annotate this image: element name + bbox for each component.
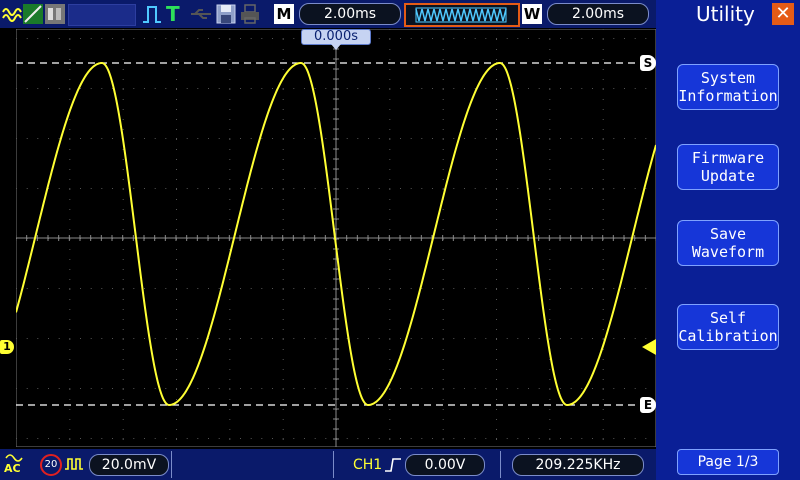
memory-window-indicator[interactable] bbox=[404, 3, 520, 27]
ac-coupling-indicator[interactable]: AC bbox=[4, 452, 32, 476]
bottom-divider bbox=[171, 451, 172, 478]
save-disk-icon[interactable] bbox=[216, 4, 236, 24]
trigger-level-marker-icon[interactable] bbox=[642, 339, 656, 355]
coupling-label: AC bbox=[4, 462, 21, 475]
print-icon[interactable] bbox=[240, 4, 260, 24]
window-timebase-value[interactable]: 2.00ms bbox=[547, 3, 649, 25]
frequency-readout: 209.225KHz bbox=[512, 454, 644, 476]
main-timebase-badge: M bbox=[274, 4, 294, 24]
bandwidth-limit-indicator[interactable]: 20 bbox=[40, 454, 62, 476]
cursor-e-marker[interactable]: E bbox=[640, 397, 656, 413]
page-indicator-button[interactable]: Page 1/3 bbox=[677, 449, 779, 475]
trigger-source-label[interactable]: CH1 bbox=[353, 455, 382, 475]
trigger-position-pointer-icon bbox=[331, 44, 341, 50]
waveform-mode-icon[interactable] bbox=[2, 4, 22, 24]
bottom-status-bar: AC 20 20.0mV CH1 0.00V 209.225KHz bbox=[0, 449, 656, 480]
trigger-position-flag[interactable]: 0.000s bbox=[301, 29, 371, 45]
channel-1-ground-marker[interactable]: 1 bbox=[0, 340, 14, 354]
firmware-update-button[interactable]: Firmware Update bbox=[677, 144, 779, 190]
trigger-level-value[interactable]: 0.00V bbox=[405, 454, 485, 476]
top-status-bar: T M 2.00ms W 2.00ms bbox=[0, 0, 656, 28]
rising-edge-icon[interactable] bbox=[383, 455, 403, 475]
bottom-divider bbox=[500, 451, 501, 478]
memory-waveform-icon bbox=[415, 7, 507, 23]
save-waveform-button[interactable]: Save Waveform bbox=[677, 220, 779, 266]
waveform-display[interactable] bbox=[16, 29, 656, 447]
volts-per-div-value[interactable]: 20.0mV bbox=[89, 454, 169, 476]
display-persist-icon[interactable] bbox=[45, 4, 65, 24]
pulse-trigger-icon[interactable] bbox=[142, 4, 162, 24]
invert-pulse-icon[interactable] bbox=[64, 456, 84, 472]
usb-icon bbox=[191, 9, 211, 19]
empty-status-slot bbox=[68, 4, 136, 26]
bottom-divider bbox=[333, 451, 334, 478]
close-icon[interactable]: ✕ bbox=[772, 3, 794, 25]
window-timebase-badge: W bbox=[522, 4, 542, 24]
ramp-icon[interactable] bbox=[23, 4, 43, 24]
system-information-button[interactable]: System Information bbox=[677, 64, 779, 110]
cursor-s-marker[interactable]: S bbox=[640, 55, 656, 71]
utility-menu-panel: Utility ✕ System Information Firmware Up… bbox=[656, 0, 800, 480]
trigger-status-marker: T bbox=[166, 2, 180, 26]
self-calibration-button[interactable]: Self Calibration bbox=[677, 304, 779, 350]
main-timebase-value[interactable]: 2.00ms bbox=[299, 3, 401, 25]
